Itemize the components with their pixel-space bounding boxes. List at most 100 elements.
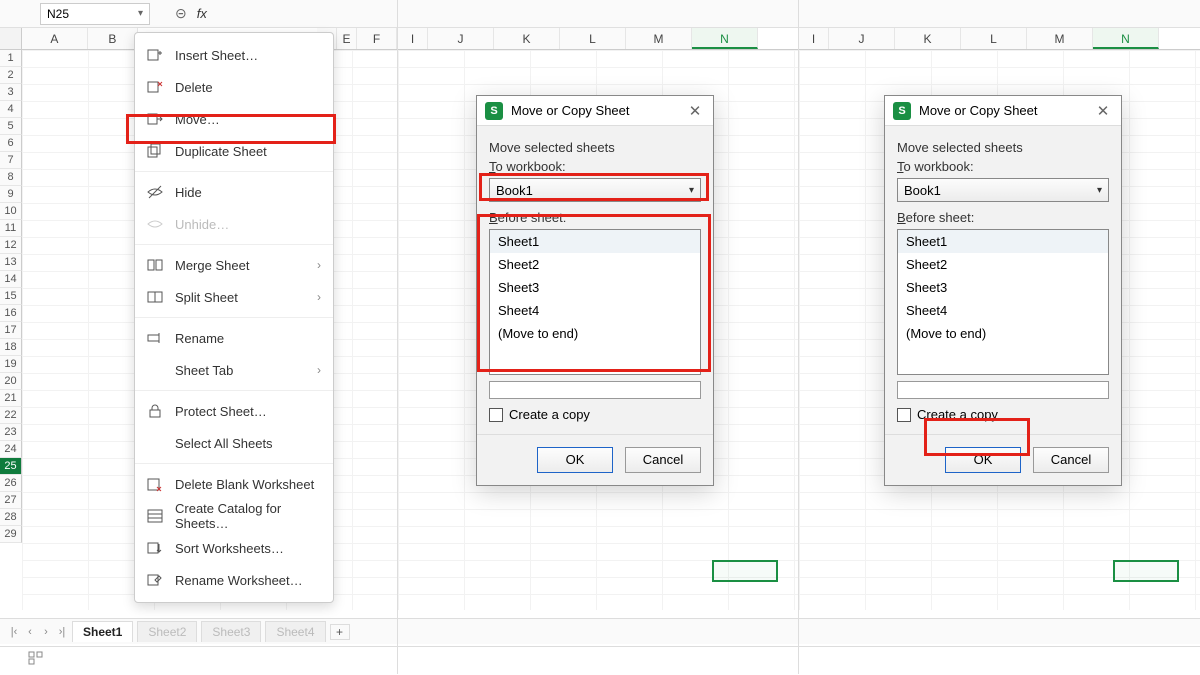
row-header[interactable]: 14 bbox=[0, 271, 22, 288]
column-header[interactable]: B bbox=[88, 28, 138, 49]
column-header-active[interactable]: N bbox=[692, 28, 758, 49]
column-header[interactable]: M bbox=[626, 28, 692, 49]
row-header[interactable]: 21 bbox=[0, 390, 22, 407]
column-header[interactable]: K bbox=[494, 28, 560, 49]
fx-label[interactable]: fx bbox=[197, 6, 207, 21]
column-header[interactable]: F bbox=[357, 28, 397, 49]
list-item[interactable]: Sheet2 bbox=[490, 253, 700, 276]
menu-insert-sheet[interactable]: Insert Sheet… bbox=[135, 39, 333, 71]
tab-nav-next[interactable]: › bbox=[38, 626, 54, 638]
list-item[interactable]: Sheet1 bbox=[490, 230, 700, 253]
list-item[interactable]: Sheet1 bbox=[898, 230, 1108, 253]
menu-create-catalog[interactable]: Create Catalog for Sheets… bbox=[135, 500, 333, 532]
list-item[interactable]: Sheet4 bbox=[490, 299, 700, 322]
menu-delete[interactable]: Delete bbox=[135, 71, 333, 103]
row-header[interactable]: 9 bbox=[0, 186, 22, 203]
menu-rename[interactable]: Rename bbox=[135, 322, 333, 354]
cancel-button[interactable]: Cancel bbox=[625, 447, 701, 473]
tab-nav-first[interactable]: |‹ bbox=[6, 626, 22, 638]
workbook-combobox[interactable]: Book1 ▾ bbox=[489, 178, 701, 202]
column-header[interactable]: L bbox=[560, 28, 626, 49]
list-item[interactable]: (Move to end) bbox=[490, 322, 700, 345]
menu-rename-worksheet[interactable]: Rename Worksheet… bbox=[135, 564, 333, 596]
regions-icon[interactable] bbox=[28, 650, 44, 671]
column-header[interactable]: I bbox=[799, 28, 829, 49]
name-box[interactable]: N25 ▾ bbox=[40, 3, 150, 25]
row-header[interactable]: 7 bbox=[0, 152, 22, 169]
column-header[interactable]: K bbox=[895, 28, 961, 49]
column-header[interactable]: M bbox=[1027, 28, 1093, 49]
chevron-down-icon[interactable]: ▾ bbox=[138, 8, 143, 19]
sheet-tab[interactable]: Sheet4 bbox=[265, 621, 325, 642]
row-header[interactable]: 2 bbox=[0, 67, 22, 84]
menu-move[interactable]: Move… bbox=[135, 103, 333, 135]
create-copy-row[interactable]: Create a copy bbox=[897, 407, 1109, 422]
column-header[interactable]: I bbox=[398, 28, 428, 49]
list-item[interactable]: Sheet4 bbox=[898, 299, 1108, 322]
dialog-titlebar[interactable]: S Move or Copy Sheet ✕ bbox=[885, 96, 1121, 126]
row-header[interactable]: 28 bbox=[0, 509, 22, 526]
tab-nav-prev[interactable]: ‹ bbox=[22, 626, 38, 638]
row-header[interactable]: 26 bbox=[0, 475, 22, 492]
list-item[interactable]: Sheet3 bbox=[490, 276, 700, 299]
sheet-tab[interactable]: Sheet3 bbox=[201, 621, 261, 642]
close-icon[interactable]: ✕ bbox=[685, 102, 705, 120]
column-header[interactable]: J bbox=[829, 28, 895, 49]
row-header[interactable]: 6 bbox=[0, 135, 22, 152]
name-field[interactable] bbox=[897, 381, 1109, 399]
sheet-tab[interactable]: Sheet2 bbox=[137, 621, 197, 642]
row-header[interactable]: 17 bbox=[0, 322, 22, 339]
row-header[interactable]: 20 bbox=[0, 373, 22, 390]
list-item[interactable]: Sheet3 bbox=[898, 276, 1108, 299]
row-header[interactable]: 15 bbox=[0, 288, 22, 305]
tab-nav-last[interactable]: ›| bbox=[54, 626, 70, 638]
row-header[interactable]: 19 bbox=[0, 356, 22, 373]
menu-delete-blank-worksheet[interactable]: Delete Blank Worksheet bbox=[135, 468, 333, 500]
menu-merge-sheet[interactable]: Merge Sheet › bbox=[135, 249, 333, 281]
sheet-listbox[interactable]: Sheet1 Sheet2 Sheet3 Sheet4 (Move to end… bbox=[489, 229, 701, 375]
sheet-listbox[interactable]: Sheet1 Sheet2 Sheet3 Sheet4 (Move to end… bbox=[897, 229, 1109, 375]
column-header[interactable]: L bbox=[961, 28, 1027, 49]
row-header[interactable]: 8 bbox=[0, 169, 22, 186]
select-all-corner[interactable] bbox=[0, 28, 22, 49]
row-header[interactable]: 22 bbox=[0, 407, 22, 424]
row-header[interactable]: 11 bbox=[0, 220, 22, 237]
row-header[interactable]: 24 bbox=[0, 441, 22, 458]
menu-sort-worksheets[interactable]: Sort Worksheets… bbox=[135, 532, 333, 564]
create-copy-checkbox[interactable] bbox=[897, 408, 911, 422]
column-header-active[interactable]: N bbox=[1093, 28, 1159, 49]
row-header[interactable]: 5 bbox=[0, 118, 22, 135]
zoom-icon[interactable]: ⊝ bbox=[175, 5, 187, 22]
dialog-titlebar[interactable]: S Move or Copy Sheet ✕ bbox=[477, 96, 713, 126]
row-header[interactable]: 10 bbox=[0, 203, 22, 220]
menu-split-sheet[interactable]: Split Sheet › bbox=[135, 281, 333, 313]
column-header[interactable]: J bbox=[428, 28, 494, 49]
workbook-combobox[interactable]: Book1 ▾ bbox=[897, 178, 1109, 202]
row-header[interactable]: 1 bbox=[0, 50, 22, 67]
menu-select-all-sheets[interactable]: Select All Sheets bbox=[135, 427, 333, 459]
row-header[interactable]: 27 bbox=[0, 492, 22, 509]
menu-duplicate-sheet[interactable]: Duplicate Sheet bbox=[135, 135, 333, 167]
menu-protect-sheet[interactable]: Protect Sheet… bbox=[135, 395, 333, 427]
sheet-tab-active[interactable]: Sheet1 bbox=[72, 621, 133, 642]
row-header[interactable]: 12 bbox=[0, 237, 22, 254]
add-sheet-button[interactable]: + bbox=[330, 624, 350, 640]
column-header[interactable]: E bbox=[337, 28, 357, 49]
chevron-down-icon[interactable]: ▾ bbox=[1097, 185, 1102, 196]
list-item[interactable]: Sheet2 bbox=[898, 253, 1108, 276]
row-header[interactable]: 4 bbox=[0, 101, 22, 118]
column-header[interactable]: A bbox=[22, 28, 88, 49]
row-header[interactable]: 3 bbox=[0, 84, 22, 101]
menu-sheet-tab[interactable]: Sheet Tab › bbox=[135, 354, 333, 386]
selected-cell[interactable] bbox=[712, 560, 778, 582]
row-header[interactable]: 29 bbox=[0, 526, 22, 543]
create-copy-row[interactable]: Create a copy bbox=[489, 407, 701, 422]
row-header[interactable]: 18 bbox=[0, 339, 22, 356]
chevron-down-icon[interactable]: ▾ bbox=[689, 185, 694, 196]
selected-cell[interactable] bbox=[1113, 560, 1179, 582]
row-header[interactable]: 23 bbox=[0, 424, 22, 441]
name-field[interactable] bbox=[489, 381, 701, 399]
cancel-button[interactable]: Cancel bbox=[1033, 447, 1109, 473]
menu-hide[interactable]: Hide bbox=[135, 176, 333, 208]
row-header[interactable]: 16 bbox=[0, 305, 22, 322]
